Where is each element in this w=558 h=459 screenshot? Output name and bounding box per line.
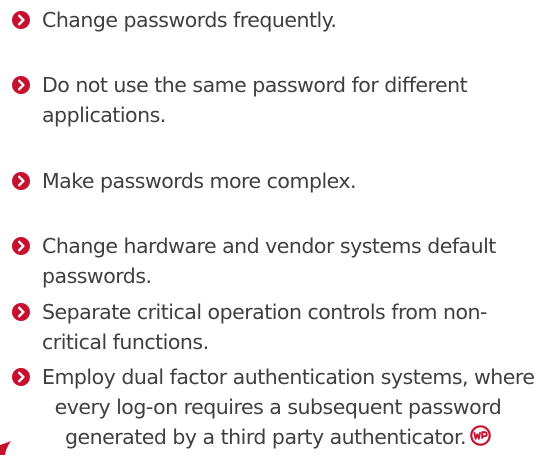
list-item-text-continued: critical functions. bbox=[42, 330, 209, 354]
wp-logo-icon bbox=[470, 424, 491, 446]
list-item-text-continued: passwords. bbox=[42, 264, 152, 288]
list-item-text: Change hardware and vendor systems defau… bbox=[42, 234, 496, 258]
chevron-right-circle-icon bbox=[12, 237, 30, 255]
chevron-right-circle-icon bbox=[12, 11, 30, 29]
list-item-text: Make passwords more complex. bbox=[42, 169, 357, 193]
list-item: Employ dual factor authentication system… bbox=[12, 362, 544, 452]
list-item-text: Employ dual factor authentication system… bbox=[42, 365, 535, 389]
list-item: Make passwords more complex. bbox=[12, 166, 357, 196]
chevron-right-circle-icon bbox=[12, 76, 30, 94]
chevron-right-circle-icon bbox=[12, 303, 30, 321]
list-item: Change passwords frequently. bbox=[12, 5, 337, 35]
list-item-text: Do not use the same password for differe… bbox=[42, 73, 468, 97]
list-item: Do not use the same password for differe… bbox=[12, 70, 468, 130]
list-item: Change hardware and vendor systems defau… bbox=[12, 231, 496, 291]
list-item-text-continued: every log-on requires a subsequent passw… bbox=[54, 395, 502, 419]
chevron-right-circle-icon bbox=[12, 172, 30, 190]
list-item-text-continued: generated by a third party authenticator… bbox=[64, 425, 467, 449]
list-item-text: Change passwords frequently. bbox=[42, 8, 337, 32]
chevron-right-circle-icon bbox=[12, 368, 30, 386]
list-item-text-last-line: generated by a third party authenticator… bbox=[12, 422, 544, 452]
list-item: Separate critical operation controls fro… bbox=[12, 297, 487, 357]
list-item-text-continued: applications. bbox=[42, 103, 166, 127]
list-item-text: Separate critical operation controls fro… bbox=[42, 300, 487, 324]
